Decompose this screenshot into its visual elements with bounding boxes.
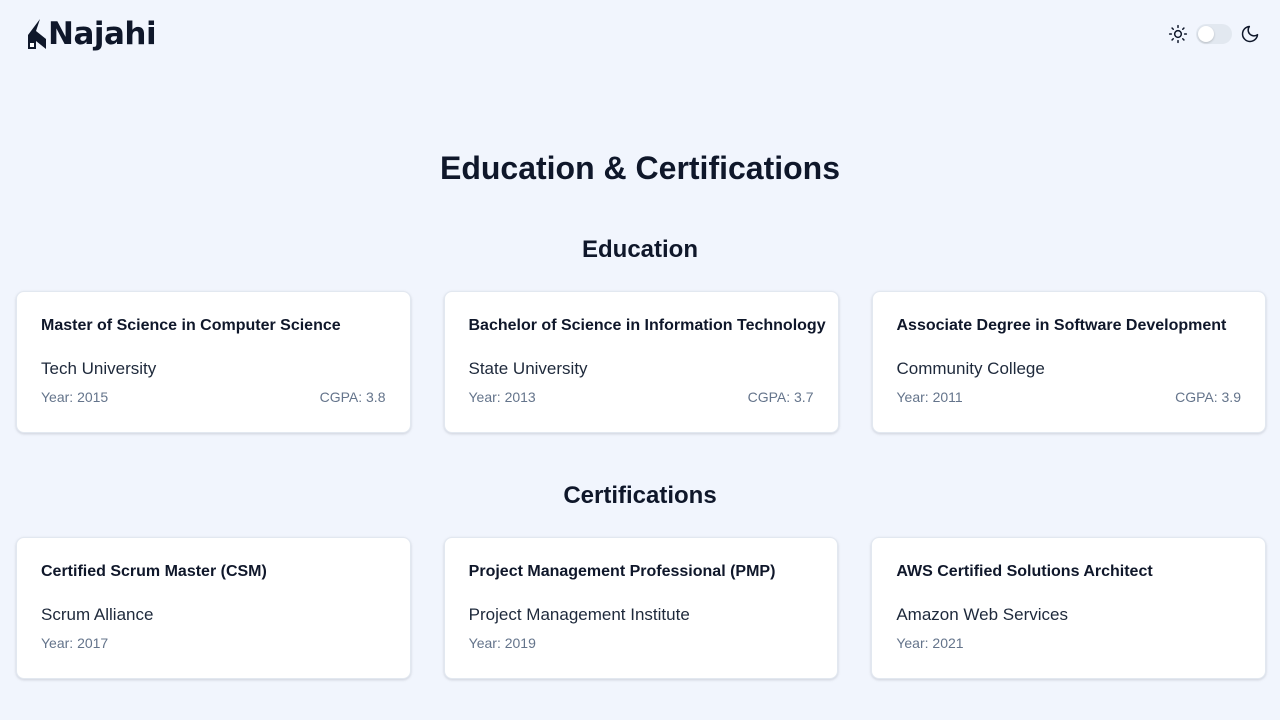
theme-toggle bbox=[1168, 22, 1260, 46]
certification-name: AWS Certified Solutions Architect bbox=[896, 563, 1153, 580]
card-meta: Year: 2015 CGPA: 3.8 bbox=[41, 388, 386, 406]
certification-card: Certified Scrum Master (CSM) Scrum Allia… bbox=[16, 537, 411, 679]
certification-year: Year: 2017 bbox=[41, 635, 109, 651]
logo-text: Najahi bbox=[48, 16, 157, 52]
cgpa-value: CGPA: 3.7 bbox=[747, 389, 814, 405]
certification-name: Certified Scrum Master (CSM) bbox=[41, 563, 267, 580]
issuer-name: Amazon Web Services bbox=[896, 605, 1068, 624]
certification-year: Year: 2019 bbox=[468, 635, 536, 651]
card-meta: Year: 2017 bbox=[41, 634, 386, 652]
card-meta: Year: 2019 bbox=[469, 634, 814, 652]
logo[interactable]: Najahi bbox=[26, 14, 157, 54]
theme-switch[interactable] bbox=[1196, 24, 1232, 44]
logo-mark-icon bbox=[28, 19, 46, 49]
certification-cards: Certified Scrum Master (CSM) Scrum Allia… bbox=[16, 537, 1267, 679]
degree-title: Associate Degree in Software Development bbox=[896, 317, 1227, 334]
card-meta: Year: 2011 CGPA: 3.9 bbox=[897, 388, 1242, 406]
certification-card: Project Management Professional (PMP) Pr… bbox=[443, 537, 839, 679]
site-header: Najahi bbox=[0, 0, 1280, 70]
education-card: Associate Degree in Software Development… bbox=[871, 291, 1266, 433]
card-meta: Year: 2021 bbox=[896, 634, 1241, 652]
issuer-name: Project Management Institute bbox=[468, 605, 690, 624]
education-cards: Master of Science in Computer Science Te… bbox=[16, 291, 1266, 433]
certification-year: Year: 2021 bbox=[896, 635, 964, 651]
sun-icon bbox=[1168, 24, 1188, 44]
education-card: Master of Science in Computer Science Te… bbox=[16, 291, 411, 433]
theme-switch-knob bbox=[1198, 26, 1214, 42]
institution-name: Community College bbox=[896, 359, 1045, 378]
certification-name: Project Management Professional (PMP) bbox=[468, 563, 776, 580]
education-card: Bachelor of Science in Information Techn… bbox=[443, 291, 839, 433]
graduation-year: Year: 2013 bbox=[468, 389, 536, 405]
cgpa-value: CGPA: 3.9 bbox=[1175, 389, 1241, 405]
cgpa-value: CGPA: 3.8 bbox=[319, 389, 386, 405]
issuer-name: Scrum Alliance bbox=[41, 605, 154, 624]
moon-icon bbox=[1241, 25, 1259, 43]
institution-name: State University bbox=[468, 359, 588, 378]
education-section-title: Education bbox=[581, 236, 698, 263]
graduation-year: Year: 2015 bbox=[41, 389, 109, 405]
certifications-section-title: Certifications bbox=[563, 482, 717, 509]
page-title: Education & Certifications bbox=[439, 150, 841, 186]
card-meta: Year: 2013 CGPA: 3.7 bbox=[469, 388, 814, 406]
institution-name: Tech University bbox=[41, 359, 157, 378]
graduation-year: Year: 2011 bbox=[896, 389, 963, 405]
degree-title: Bachelor of Science in Information Techn… bbox=[468, 317, 826, 334]
certification-card: AWS Certified Solutions Architect Amazon… bbox=[871, 537, 1267, 679]
degree-title: Master of Science in Computer Science bbox=[41, 317, 341, 334]
